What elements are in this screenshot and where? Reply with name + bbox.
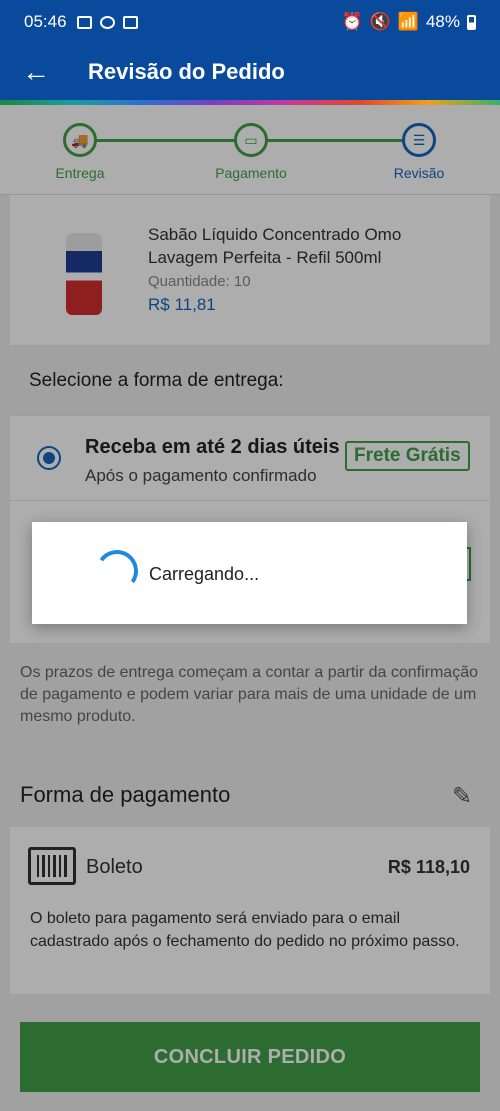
loading-dialog: Carregando... [32, 522, 467, 624]
battery-icon [467, 14, 476, 30]
page-title: Revisão do Pedido [88, 59, 285, 84]
notification-icons [76, 15, 138, 29]
status-time: 05:46 [24, 12, 67, 31]
back-arrow-icon[interactable]: ← [0, 44, 72, 100]
loading-spinner-icon [92, 546, 142, 596]
gallery-notification-icon [76, 15, 92, 29]
alarm-icon: ⏰ [341, 12, 363, 31]
battery-percent: 48% [425, 12, 460, 31]
status-bar: 05:46 ⏰ 🔇 📶 48% [0, 0, 500, 44]
loading-message: Carregando... [149, 564, 260, 584]
mute-icon: 🔇 [369, 12, 391, 31]
sync-notification-icon [99, 15, 115, 29]
app-bar: ← Revisão do Pedido [0, 44, 500, 100]
wifi-icon: 📶 [397, 12, 419, 31]
app-notification-icon [122, 15, 138, 29]
